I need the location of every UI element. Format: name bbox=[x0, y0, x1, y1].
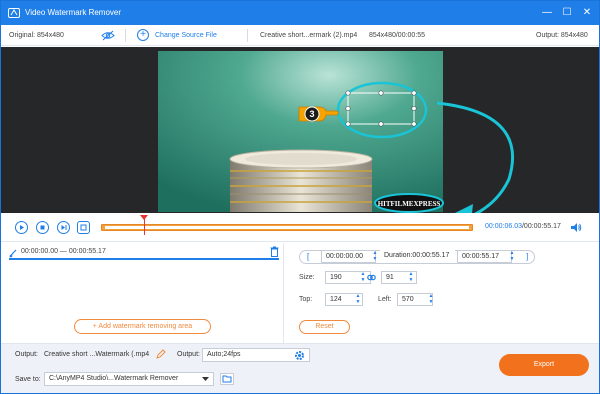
divider bbox=[125, 29, 126, 42]
timeline-bar: 00:00:06.03/00:00:55.17 bbox=[1, 214, 599, 242]
arrow-curve bbox=[436, 101, 515, 213]
app-window: Video Watermark Remover — ☐ ✕ Original: … bbox=[0, 0, 600, 394]
output-settings-label: Output: bbox=[177, 351, 200, 358]
total-time: /00:00:55.17 bbox=[521, 223, 561, 230]
trim-track[interactable] bbox=[101, 224, 473, 231]
arrow-head-icon bbox=[455, 204, 473, 213]
original-resolution: Original: 854x480 bbox=[9, 32, 64, 39]
plate-stack bbox=[229, 149, 373, 212]
title-bar: Video Watermark Remover — ☐ ✕ bbox=[1, 1, 599, 25]
top-label: Top: bbox=[299, 296, 313, 303]
output-label: Output: bbox=[15, 351, 38, 358]
bracket-left-icon[interactable]: [ bbox=[307, 252, 309, 261]
end-time-stepper[interactable]: ▲ ▼ bbox=[508, 250, 516, 263]
area-list-panel: 00:00:00.00 — 00:00:55.17 + Add watermar… bbox=[1, 243, 284, 343]
trash-icon[interactable] bbox=[270, 246, 279, 257]
callout-number: 3 bbox=[309, 109, 314, 119]
maximize-button[interactable]: ☐ bbox=[559, 5, 575, 21]
end-time-input[interactable]: 00:00:55.17 bbox=[457, 250, 512, 263]
save-path-field[interactable]: C:\AnyMP4 Studio\...Watermark Remover bbox=[44, 372, 214, 386]
brush-icon bbox=[9, 249, 17, 258]
range-label: 00:00:00.00 — 00:00:55.17 bbox=[21, 248, 106, 255]
play-icon bbox=[20, 225, 24, 230]
edit-pencil-icon[interactable] bbox=[156, 349, 166, 359]
app-title: Video Watermark Remover bbox=[25, 8, 122, 17]
playhead-line[interactable] bbox=[144, 217, 145, 235]
top-stepper[interactable]: ▲ ▼ bbox=[354, 293, 362, 306]
file-name: Creative short...ermark (2).mp4 bbox=[260, 32, 358, 39]
loop-button[interactable] bbox=[77, 221, 90, 234]
output-resolution: Output: 854x480 bbox=[536, 32, 588, 39]
trim-track-fill bbox=[105, 226, 469, 229]
preview-canvas: 3 HITFILMEXPRESS bbox=[158, 51, 515, 213]
eye-slash-icon[interactable] bbox=[101, 30, 115, 41]
folder-icon[interactable] bbox=[220, 373, 234, 385]
left-stepper[interactable]: ▲ ▼ bbox=[427, 293, 435, 306]
change-source-button[interactable]: Change Source File bbox=[155, 32, 217, 39]
settings-panel: [ ] 00:00:00.00 ▲ ▼ Duration:00:00:55.17 … bbox=[285, 243, 599, 343]
volume-icon[interactable] bbox=[570, 222, 582, 233]
link-icon[interactable] bbox=[367, 274, 376, 281]
list-item[interactable]: 00:00:00.00 — 00:00:55.17 bbox=[9, 245, 279, 260]
output-file-name: Creative short ...Watermark (.mp4 bbox=[44, 351, 150, 358]
minimize-button[interactable]: — bbox=[539, 5, 555, 21]
divider bbox=[247, 29, 248, 42]
bottom-bar: Output: Creative short ...Watermark (.mp… bbox=[1, 343, 599, 393]
export-button[interactable]: Export bbox=[499, 354, 589, 376]
size-label: Size: bbox=[299, 274, 315, 281]
stop-icon bbox=[40, 225, 45, 230]
reset-button[interactable]: Reset bbox=[299, 320, 350, 334]
start-time-stepper[interactable]: ▲ ▼ bbox=[371, 250, 379, 263]
bracket-right-icon[interactable]: ] bbox=[526, 252, 528, 261]
left-label: Left: bbox=[378, 296, 392, 303]
next-frame-icon bbox=[61, 225, 67, 230]
close-button[interactable]: ✕ bbox=[579, 5, 595, 21]
add-removing-area-button[interactable]: + Add watermark removing area bbox=[74, 319, 211, 334]
loop-icon bbox=[80, 224, 87, 231]
info-bar: Original: 854x480 + Change Source File C… bbox=[1, 25, 599, 46]
current-time: 00:00:06.03 bbox=[485, 223, 522, 230]
watermark-text: HITFILMEXPRESS bbox=[378, 200, 441, 208]
gear-icon[interactable] bbox=[294, 350, 305, 361]
save-to-label: Save to: bbox=[15, 376, 41, 383]
width-stepper[interactable]: ▲ ▼ bbox=[359, 271, 367, 284]
play-button[interactable] bbox=[15, 221, 28, 234]
add-circle-icon[interactable]: + bbox=[137, 29, 149, 41]
timecode: 00:00:06.03/00:00:55.17 bbox=[485, 223, 561, 230]
stop-button[interactable] bbox=[36, 221, 49, 234]
app-logo-icon bbox=[8, 8, 20, 18]
file-info: 854x480/00:00:55 bbox=[369, 32, 426, 39]
duration-label: Duration:00:00:55.17 bbox=[380, 250, 455, 263]
next-frame-button[interactable] bbox=[57, 221, 70, 234]
height-stepper[interactable]: ▲ ▼ bbox=[407, 271, 415, 284]
start-time-input[interactable]: 00:00:00.00 bbox=[321, 250, 376, 263]
chevron-down-icon[interactable] bbox=[202, 377, 209, 382]
video-preview: 3 HITFILMEXPRESS bbox=[1, 47, 599, 213]
